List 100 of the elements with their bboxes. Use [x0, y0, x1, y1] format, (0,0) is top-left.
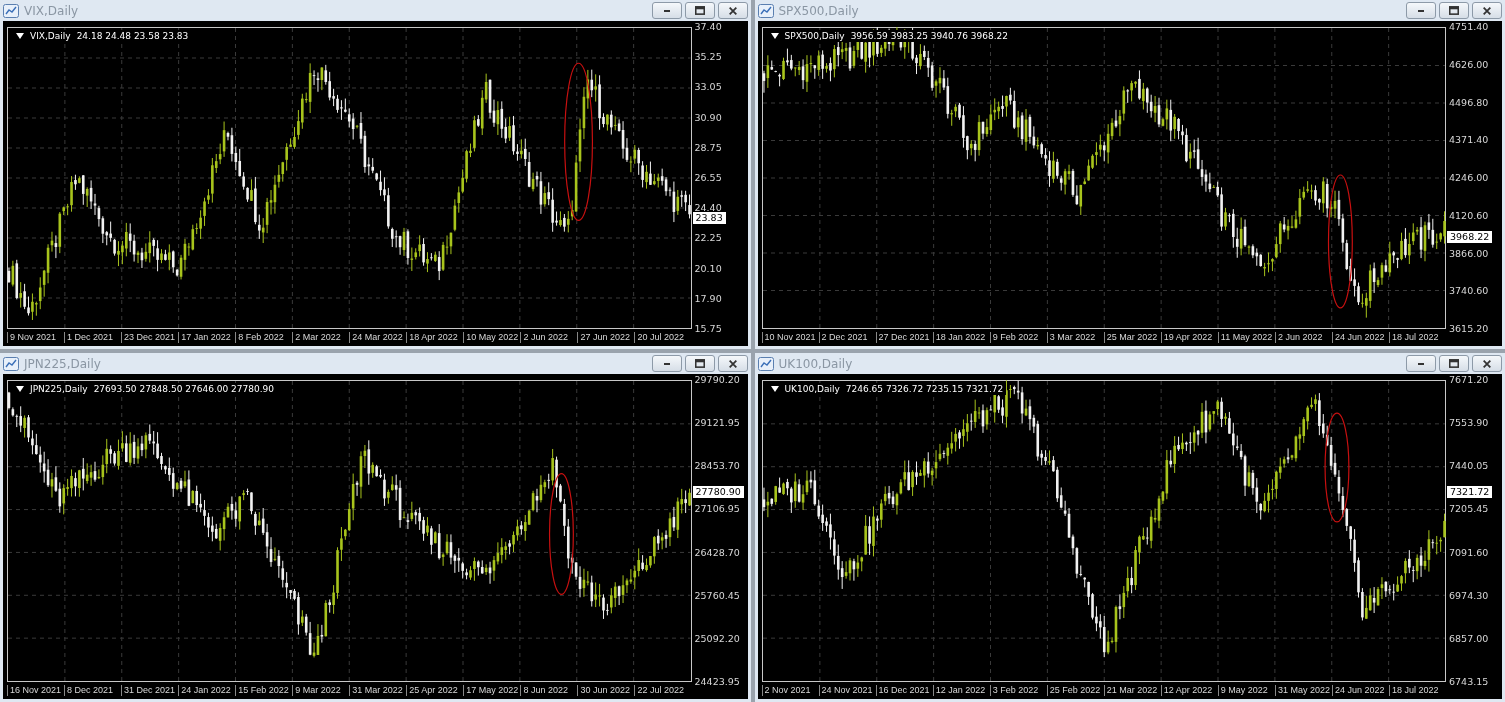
- price-tick-label: 30.90: [694, 111, 723, 124]
- maximize-icon: [1449, 359, 1459, 368]
- date-label: 3 Feb 2022: [989, 685, 1047, 696]
- date-label: 24 Mar 2022: [349, 332, 407, 343]
- date-label: 2 Mar 2022: [292, 332, 350, 343]
- chart-window-icon: [757, 3, 774, 18]
- date-label: 16 Nov 2021: [7, 685, 65, 696]
- date-label: 10 Nov 2021: [761, 332, 819, 343]
- maximize-icon: [694, 6, 705, 15]
- date-label: 18 Jan 2022: [932, 332, 990, 343]
- minimize-button[interactable]: [651, 2, 682, 19]
- minimize-icon: [663, 362, 670, 365]
- price-tick-label: 7205.45: [1449, 503, 1490, 516]
- price-tick-label: 33.05: [694, 81, 723, 94]
- price-tick-label: 4120.60: [1449, 209, 1490, 222]
- date-label: 31 May 2022: [1274, 685, 1332, 696]
- date-label: 17 Jan 2022: [178, 332, 236, 343]
- date-label: 9 Mar 2022: [292, 685, 350, 696]
- date-label: 18 Apr 2022: [406, 332, 464, 343]
- price-tick-label: 6743.15: [1449, 676, 1490, 688]
- window-title: VIX,Daily: [24, 3, 80, 18]
- ohlc-values: 24.18 24.48 23.58 23.83: [76, 31, 189, 41]
- price-tick-label: 7440.05: [1449, 460, 1490, 473]
- minimize-icon: [1418, 9, 1424, 12]
- price-tick-label: 4626.00: [1449, 58, 1490, 71]
- price-tick-label: 27106.95: [694, 503, 741, 516]
- maximize-icon: [1449, 6, 1459, 15]
- price-tick-label: 7553.90: [1449, 417, 1490, 430]
- symbol-label: VIX,Daily: [30, 31, 71, 41]
- date-label: 17 May 2022: [463, 685, 521, 696]
- date-label: 27 Dec 2021: [875, 332, 933, 343]
- date-label: 24 Jan 2022: [178, 685, 236, 696]
- minimize-button[interactable]: [651, 355, 682, 372]
- date-label: 2 Dec 2021: [818, 332, 876, 343]
- price-tick-label: 25092.20: [694, 632, 741, 645]
- date-label: 8 Feb 2022: [235, 332, 293, 343]
- close-icon: [728, 359, 737, 368]
- price-tick-label: 25760.45: [694, 589, 741, 602]
- price-tick-label: 37.40: [694, 21, 723, 33]
- price-tick-label: 24423.95: [694, 676, 741, 688]
- date-label: 31 Mar 2022: [349, 685, 407, 696]
- current-price-label: 3968.22: [1447, 231, 1493, 244]
- close-button[interactable]: [717, 355, 748, 372]
- dropdown-triangle-icon[interactable]: [770, 33, 779, 39]
- close-button[interactable]: [1472, 355, 1502, 372]
- window-title: JPN225,Daily: [24, 356, 102, 371]
- date-label: 31 Dec 2021: [121, 685, 179, 696]
- date-label: 1 Dec 2021: [64, 332, 122, 343]
- chart-window-icon: [757, 356, 774, 371]
- dropdown-triangle-icon[interactable]: [16, 386, 24, 392]
- date-label: 20 Jul 2022: [634, 332, 692, 343]
- price-tick-label: 15.75: [694, 322, 723, 335]
- date-label: 8 Jun 2022: [520, 685, 578, 696]
- price-tick-label: 29790.20: [694, 374, 741, 386]
- minimize-button[interactable]: [1406, 2, 1436, 19]
- window-title: SPX500,Daily: [778, 3, 860, 18]
- date-label: 24 Jun 2022: [1331, 685, 1389, 696]
- price-tick-label: 3866.00: [1449, 247, 1490, 260]
- price-tick-label: 3615.20: [1449, 323, 1490, 335]
- close-button[interactable]: [717, 2, 748, 19]
- date-label: 12 Jan 2022: [932, 685, 990, 696]
- price-tick-label: 29121.95: [694, 417, 741, 430]
- dropdown-triangle-icon[interactable]: [770, 386, 779, 392]
- dropdown-triangle-icon[interactable]: [16, 33, 24, 39]
- price-tick-label: 4751.40: [1449, 21, 1490, 33]
- date-label: 12 Apr 2022: [1160, 685, 1218, 696]
- date-label: 10 May 2022: [463, 332, 521, 343]
- price-tick-label: 6974.30: [1449, 589, 1490, 602]
- minimize-icon: [1418, 362, 1424, 365]
- price-tick-label: 17.90: [694, 292, 723, 305]
- price-tick-label: 35.25: [694, 51, 723, 64]
- date-label: 3 Mar 2022: [1046, 332, 1104, 343]
- close-button[interactable]: [1472, 2, 1502, 19]
- price-tick-label: 4371.40: [1449, 134, 1490, 147]
- date-label: 25 Feb 2022: [1046, 685, 1104, 696]
- price-tick-label: 28453.70: [694, 460, 741, 473]
- window-title: UK100,Daily: [778, 356, 854, 371]
- minimize-icon: [663, 9, 670, 12]
- minimize-button[interactable]: [1406, 355, 1436, 372]
- close-icon: [1483, 6, 1491, 15]
- ohlc-values: 27693.50 27848.50 27646.00 27780.90: [93, 384, 274, 394]
- price-tick-label: 3740.60: [1449, 285, 1490, 298]
- date-label: 2 Jun 2022: [1274, 332, 1332, 343]
- date-label: 9 Feb 2022: [989, 332, 1047, 343]
- maximize-button[interactable]: [684, 355, 715, 372]
- price-tick-label: 28.75: [694, 141, 723, 154]
- maximize-button[interactable]: [1439, 2, 1469, 19]
- date-label: 9 May 2022: [1217, 685, 1275, 696]
- close-icon: [728, 6, 737, 15]
- ohlc-values: 7246.65 7326.72 7235.15 7321.72: [845, 384, 1004, 394]
- price-tick-label: 4496.80: [1449, 96, 1490, 109]
- price-tick-label: 4246.00: [1449, 172, 1490, 184]
- current-price-label: 23.83: [692, 211, 726, 224]
- date-label: 25 Apr 2022: [406, 685, 464, 696]
- date-label: 2 Nov 2021: [761, 685, 819, 696]
- maximize-button[interactable]: [1439, 355, 1469, 372]
- maximize-button[interactable]: [684, 2, 715, 19]
- chart-window-icon: [3, 356, 19, 371]
- date-label: 2 Jun 2022: [520, 332, 578, 343]
- date-label: 8 Dec 2021: [64, 685, 122, 696]
